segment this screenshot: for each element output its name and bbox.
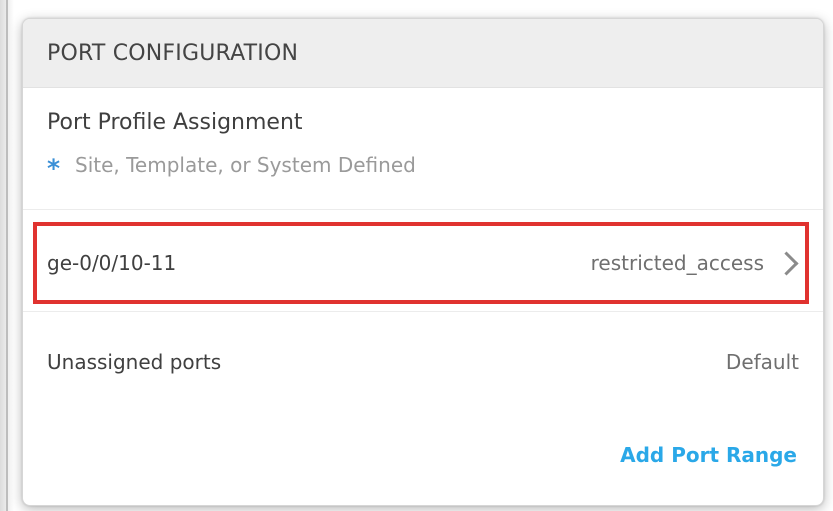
- panel-header-title: PORT CONFIGURATION: [47, 40, 299, 66]
- legend-text: Site, Template, or System Defined: [75, 152, 416, 177]
- section-title: Port Profile Assignment: [47, 110, 303, 135]
- section-divider: [23, 209, 823, 210]
- highlight-box: [33, 222, 809, 304]
- panel-header: PORT CONFIGURATION: [23, 19, 823, 88]
- legend: * Site, Template, or System Defined: [47, 152, 799, 182]
- left-rail-divider: [6, 0, 8, 511]
- asterisk-icon: *: [47, 154, 61, 184]
- add-port-range-link[interactable]: Add Port Range: [620, 443, 797, 467]
- row-divider: [23, 311, 823, 312]
- unassigned-ports-label: Unassigned ports: [47, 350, 222, 374]
- port-profile-assignment-section: Port Profile Assignment * Site, Template…: [23, 88, 823, 182]
- port-configuration-panel: PORT CONFIGURATION Port Profile Assignme…: [22, 18, 824, 506]
- unassigned-ports-row[interactable]: Unassigned ports Default: [23, 324, 823, 400]
- unassigned-ports-value: Default: [725, 350, 799, 374]
- screenshot-stage: PORT CONFIGURATION Port Profile Assignme…: [0, 0, 833, 511]
